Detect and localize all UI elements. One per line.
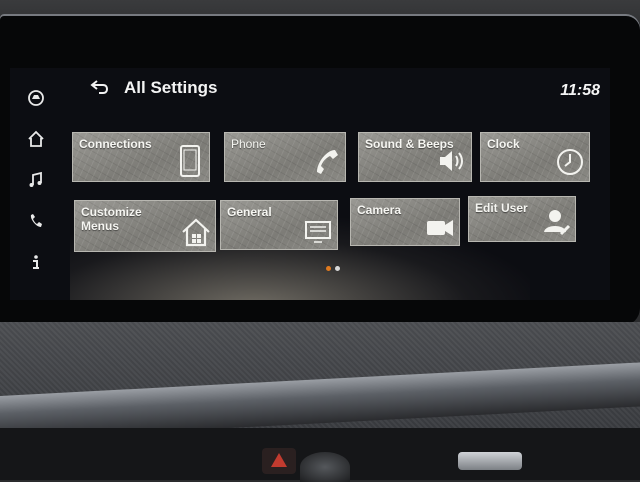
smartphone-icon bbox=[180, 145, 200, 177]
tile-edit-user[interactable]: Edit User bbox=[468, 196, 576, 242]
sidebar-item-info[interactable] bbox=[20, 250, 52, 274]
user-edit-icon bbox=[544, 210, 571, 236]
sidebar-item-music[interactable] bbox=[20, 168, 52, 192]
sidebar-item-assist[interactable] bbox=[20, 86, 52, 110]
tile-camera[interactable]: Camera bbox=[350, 198, 460, 246]
control-knob bbox=[300, 452, 350, 482]
vent-handle bbox=[458, 452, 522, 470]
tile-label: Camera bbox=[357, 203, 402, 217]
phone-icon bbox=[30, 214, 42, 227]
music-note-icon bbox=[29, 171, 42, 187]
car-assist-icon bbox=[28, 90, 44, 106]
back-arrow-icon bbox=[90, 80, 109, 94]
hazard-button bbox=[262, 448, 296, 474]
camera-icon bbox=[427, 220, 453, 236]
tile-clock[interactable]: Clock bbox=[480, 132, 590, 182]
tile-sound-beeps[interactable]: Sound & Beeps bbox=[358, 132, 472, 182]
sidebar bbox=[10, 68, 62, 300]
page-indicator bbox=[326, 266, 340, 271]
speaker-icon bbox=[440, 151, 463, 171]
tile-label: Edit User bbox=[475, 201, 528, 215]
info-icon bbox=[33, 255, 39, 269]
clock-icon bbox=[557, 149, 583, 175]
tile-label: Connections bbox=[79, 137, 152, 151]
back-button[interactable] bbox=[90, 76, 110, 100]
tile-connections[interactable]: Connections bbox=[72, 132, 210, 182]
page-title: All Settings bbox=[124, 78, 218, 97]
tile-general[interactable]: General bbox=[220, 200, 338, 250]
home-icon bbox=[28, 130, 44, 147]
tile-label: Clock bbox=[487, 137, 520, 151]
tile-label: Phone bbox=[231, 137, 266, 151]
infotainment-screen: All Settings 11:58 Connections Phone Sou… bbox=[10, 68, 610, 300]
clock-readout: 11:58 bbox=[560, 82, 600, 99]
sidebar-item-home[interactable] bbox=[20, 127, 52, 151]
tile-label: General bbox=[227, 205, 272, 219]
tile-phone[interactable]: Phone bbox=[224, 132, 346, 182]
page-dot-active[interactable] bbox=[326, 266, 331, 271]
tile-label: Customize Menus bbox=[81, 205, 142, 233]
page-dot[interactable] bbox=[335, 266, 340, 271]
header: All Settings bbox=[90, 76, 218, 100]
tile-customize-menus[interactable]: Customize Menus bbox=[74, 200, 216, 252]
home-grid-icon bbox=[182, 218, 210, 247]
screen-icon bbox=[305, 221, 331, 243]
phone-handset-icon bbox=[317, 150, 338, 174]
sidebar-item-phone[interactable] bbox=[20, 209, 52, 233]
